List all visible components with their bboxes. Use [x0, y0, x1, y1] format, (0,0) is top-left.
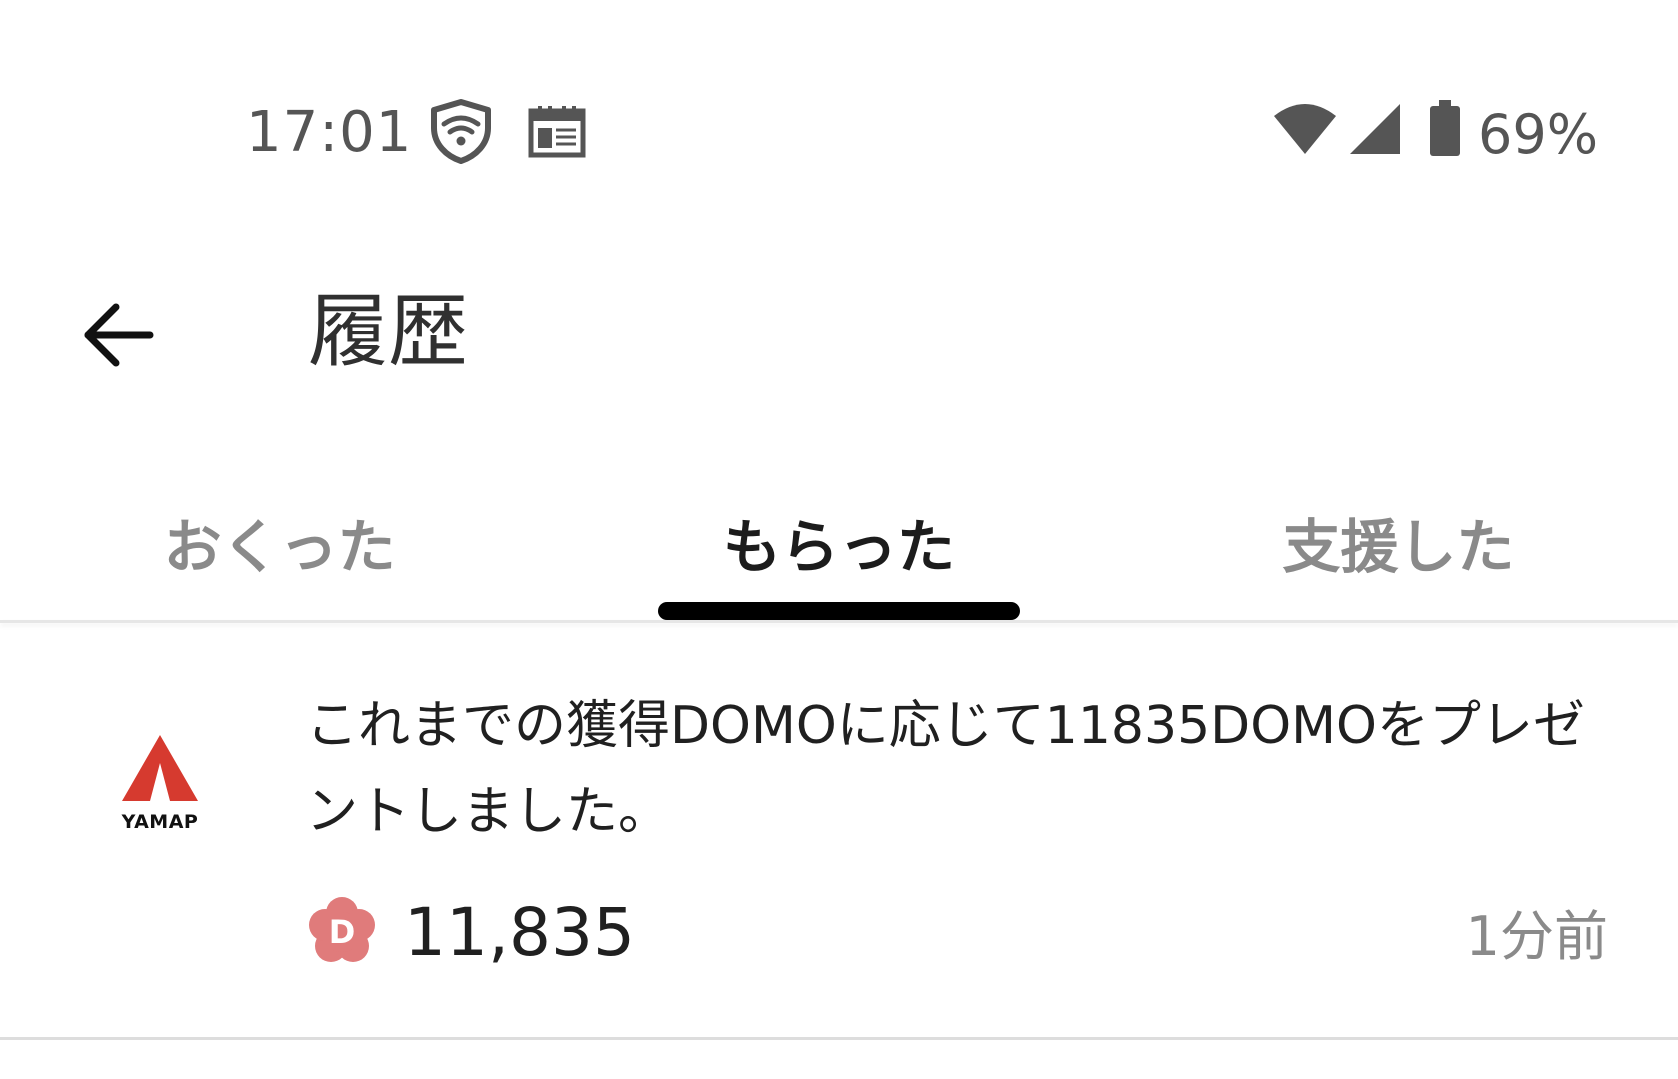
- svg-text:D: D: [329, 913, 356, 951]
- status-bar: 17:01 69%: [0, 0, 1678, 240]
- arrow-left-icon: [84, 303, 154, 367]
- logo-text: YAMAP: [121, 811, 199, 833]
- history-message: これまでの獲得DOMOに応じて11835DOMOをプレゼントしました。: [306, 696, 1585, 842]
- wifi-icon: [1274, 104, 1336, 154]
- tab-label: もらった: [722, 513, 955, 581]
- battery-icon: [1430, 100, 1460, 156]
- list-divider: [0, 1037, 1678, 1040]
- yamap-mountain-icon: [122, 735, 198, 801]
- tab-bar: おくった もらった 支援した: [0, 470, 1678, 620]
- status-time: 17:01: [246, 100, 413, 165]
- active-tab-indicator: [657, 602, 1020, 620]
- domo-amount: 11,835: [404, 894, 635, 971]
- cell-signal-icon: [1350, 104, 1400, 154]
- battery-percent: 69%: [1478, 103, 1599, 166]
- back-button[interactable]: [72, 290, 162, 380]
- tab-sent[interactable]: おくった: [0, 470, 559, 620]
- tab-label: 支援した: [1282, 513, 1515, 581]
- shield-wifi-icon: [431, 99, 491, 164]
- list-item[interactable]: YAMAP これまでの獲得DOMOに応じて11835DOMOをプレゼントしました…: [0, 623, 1678, 1039]
- page-title: 履歴: [308, 285, 468, 378]
- tab-supported[interactable]: 支援した: [1119, 470, 1678, 620]
- tab-label: おくった: [163, 513, 396, 581]
- calendar-icon: [528, 106, 586, 158]
- tab-received[interactable]: もらった: [559, 470, 1118, 620]
- domo-badge-icon: D: [309, 897, 375, 962]
- yamap-logo: YAMAP: [112, 733, 208, 843]
- time-ago: 1分前: [1465, 905, 1608, 968]
